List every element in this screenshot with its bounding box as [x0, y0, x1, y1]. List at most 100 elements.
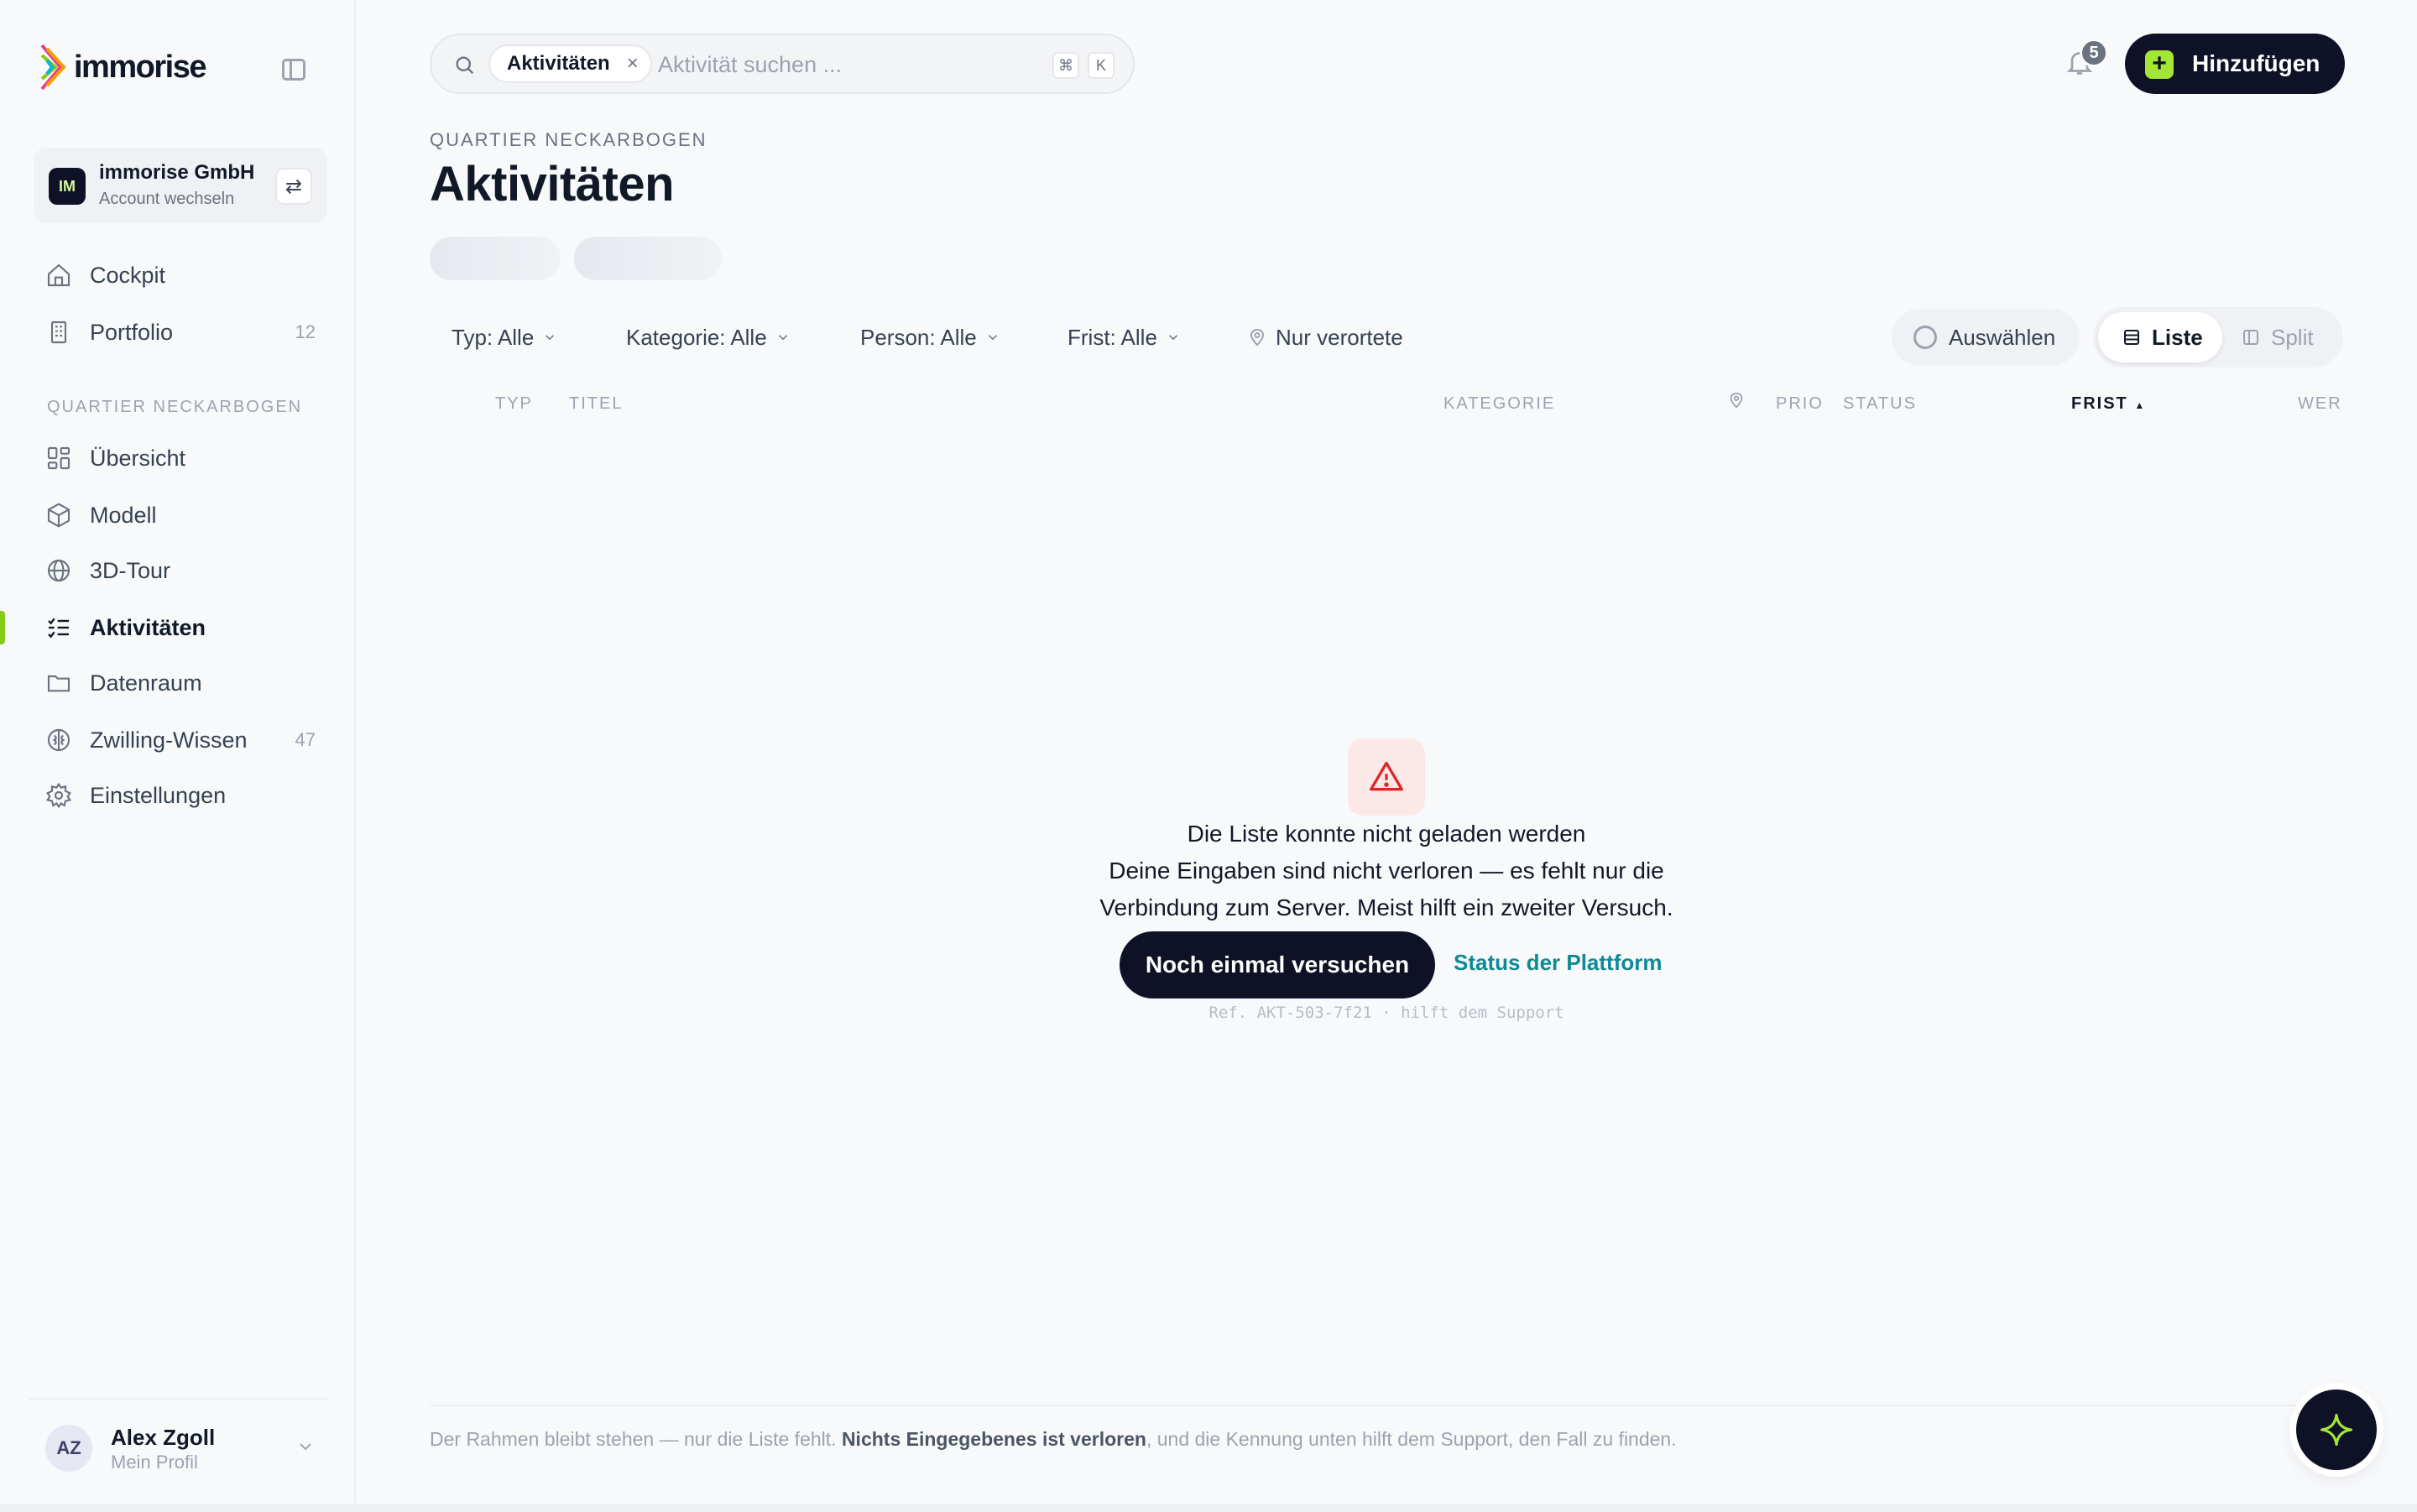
- sidebar-item-label: Datenraum: [90, 670, 202, 696]
- search-bar[interactable]: Aktivitäten × ⌘ K: [430, 34, 1135, 94]
- sidebar-item-uebersicht[interactable]: Übersicht: [0, 433, 356, 483]
- grid-icon: [47, 446, 70, 470]
- sidebar-item-label: Zwilling-Wissen: [90, 727, 248, 753]
- sidebar-item-zwilling-wissen[interactable]: Zwilling-Wissen 47: [0, 715, 356, 765]
- sidebar-toggle-icon[interactable]: [282, 59, 305, 81]
- view-toggle-label: Split: [2271, 324, 2314, 350]
- filter-type[interactable]: Typ: Alle: [452, 321, 557, 354]
- sidebar-item-portfolio[interactable]: Portfolio 12: [0, 307, 356, 357]
- shortcut-key-k: K: [1088, 52, 1115, 79]
- assistant-button[interactable]: [2296, 1389, 2377, 1470]
- sidebar-item-count: 47: [295, 729, 316, 750]
- close-icon[interactable]: ×: [627, 46, 639, 81]
- add-button[interactable]: + Hinzufügen: [2125, 34, 2345, 94]
- circle-icon: [1913, 326, 1937, 349]
- warning-icon-container: [1348, 738, 1425, 816]
- sidebar-item-einstellungen[interactable]: Einstellungen: [0, 770, 356, 821]
- column-header-label: FRIST: [2071, 394, 2128, 413]
- sparkle-icon: [2320, 1413, 2353, 1447]
- map-pin-icon[interactable]: [1727, 391, 1746, 409]
- folder-icon: [47, 675, 70, 692]
- filter-located-only[interactable]: Nur verortete: [1247, 321, 1403, 354]
- search-input[interactable]: [658, 47, 1044, 82]
- account-subtitle: Account wechseln: [99, 190, 235, 208]
- view-toggle-split[interactable]: Split: [2241, 312, 2314, 362]
- skeleton-pill: [430, 237, 561, 280]
- cube-icon: [47, 503, 70, 528]
- building-icon: [50, 321, 67, 344]
- column-header-who[interactable]: WER: [2298, 394, 2342, 414]
- page-title: Aktivitäten: [430, 157, 675, 211]
- brand-logo[interactable]: immorise: [40, 44, 206, 91]
- list-icon: [2124, 330, 2139, 345]
- profile-avatar[interactable]: AZ: [45, 1425, 92, 1472]
- filter-label: Kategorie: Alle: [626, 324, 767, 350]
- logo-mark-icon: [40, 44, 66, 91]
- view-toggle-list[interactable]: Liste: [2098, 312, 2222, 362]
- profile-divider: [29, 1398, 329, 1400]
- search-icon: [456, 56, 474, 75]
- error-description-line: Verbindung zum Server. Meist hilft ein z…: [1099, 894, 1673, 920]
- column-header-category[interactable]: KATEGORIE: [1443, 394, 1555, 414]
- profile-name[interactable]: Alex Zgoll: [111, 1425, 215, 1451]
- error-description: Deine Eingaben sind nicht verloren — es …: [839, 852, 1934, 926]
- chevron-down-icon: [1168, 335, 1177, 341]
- sidebar-item-3d-tour[interactable]: 3D-Tour: [0, 545, 356, 596]
- footer-text: Der Rahmen bleibt stehen — nur die Liste…: [430, 1428, 842, 1450]
- sidebar-item-cockpit[interactable]: Cockpit: [0, 250, 356, 300]
- footer-divider: [430, 1405, 2360, 1406]
- globe-icon: [47, 559, 70, 582]
- split-view-icon: [2243, 330, 2258, 345]
- sidebar-section-label: QUARTIER NECKARBOGEN: [47, 398, 303, 416]
- retry-button[interactable]: Noch einmal versuchen: [1120, 931, 1435, 998]
- account-name: immorise GmbH: [99, 161, 255, 184]
- footer-note: Der Rahmen bleibt stehen — nur die Liste…: [430, 1428, 1677, 1451]
- sidebar-item-modell[interactable]: Modell: [0, 490, 356, 540]
- filter-deadline[interactable]: Frist: Alle: [1068, 321, 1181, 354]
- footer-emphasis: Nichts Eingegebenes ist verloren: [841, 1428, 1146, 1450]
- switch-account-icon[interactable]: ⇄: [275, 168, 312, 205]
- select-mode-button[interactable]: Auswählen: [1892, 309, 2080, 366]
- column-header-type[interactable]: TYP: [495, 394, 533, 414]
- filter-label: Frist: Alle: [1068, 324, 1157, 350]
- sidebar-item-count: 12: [295, 321, 316, 342]
- sidebar-item-label: Portfolio: [90, 319, 174, 345]
- chevron-down-icon: [778, 335, 787, 341]
- filter-label: Person: Alle: [860, 324, 977, 350]
- column-header-prio[interactable]: PRIO: [1776, 394, 1824, 414]
- home-icon: [47, 263, 70, 287]
- chevron-down-icon[interactable]: [295, 1436, 316, 1457]
- error-title: Die Liste konnte nicht geladen werden: [1187, 821, 1586, 847]
- sidebar-item-label: Cockpit: [90, 262, 166, 288]
- filter-person[interactable]: Person: Alle: [860, 321, 1000, 354]
- plus-icon: +: [2145, 50, 2174, 79]
- sidebar-item-label: 3D-Tour: [90, 557, 171, 583]
- column-header-deadline[interactable]: FRIST ▲: [2071, 394, 2146, 414]
- notification-badge: 5: [2080, 39, 2108, 67]
- platform-status-link[interactable]: Status der Plattform: [1454, 950, 1663, 976]
- sidebar: immorise IM immorise GmbH Account wechse…: [0, 0, 356, 1504]
- filter-label: Typ: Alle: [452, 324, 535, 350]
- brain-icon: [47, 728, 70, 752]
- filter-category[interactable]: Kategorie: Alle: [626, 321, 791, 354]
- bottom-strip: [0, 1504, 2417, 1512]
- breadcrumb[interactable]: QUARTIER NECKARBOGEN: [430, 129, 707, 151]
- sidebar-item-aktivitaeten[interactable]: Aktivitäten: [0, 602, 356, 653]
- error-reference: Ref. AKT-503-7f21 · hilft dem Support: [1208, 1004, 1564, 1022]
- sidebar-item-datenraum[interactable]: Datenraum: [0, 658, 356, 708]
- footer-text: , und die Kennung unten hilft dem Suppor…: [1146, 1428, 1677, 1450]
- select-mode-label: Auswählen: [1949, 324, 2056, 350]
- view-toggle-label: Liste: [2152, 324, 2203, 350]
- column-header-status[interactable]: STATUS: [1843, 394, 1917, 414]
- account-switcher[interactable]: IM immorise GmbH Account wechseln ⇄: [34, 148, 327, 223]
- sort-ascending-icon: ▲: [2134, 399, 2147, 411]
- profile-subtitle: Mein Profil: [111, 1452, 198, 1473]
- add-button-label: Hinzufügen: [2192, 50, 2320, 76]
- app-root: immorise IM immorise GmbH Account wechse…: [0, 0, 2417, 1512]
- chevron-down-icon: [988, 335, 997, 341]
- brand-name: immorise: [74, 49, 206, 85]
- search-scope-chip[interactable]: Aktivitäten ×: [488, 44, 652, 83]
- sidebar-item-label: Einstellungen: [90, 782, 227, 808]
- column-header-title[interactable]: TITEL: [569, 394, 623, 414]
- skeleton-pill: [574, 237, 722, 280]
